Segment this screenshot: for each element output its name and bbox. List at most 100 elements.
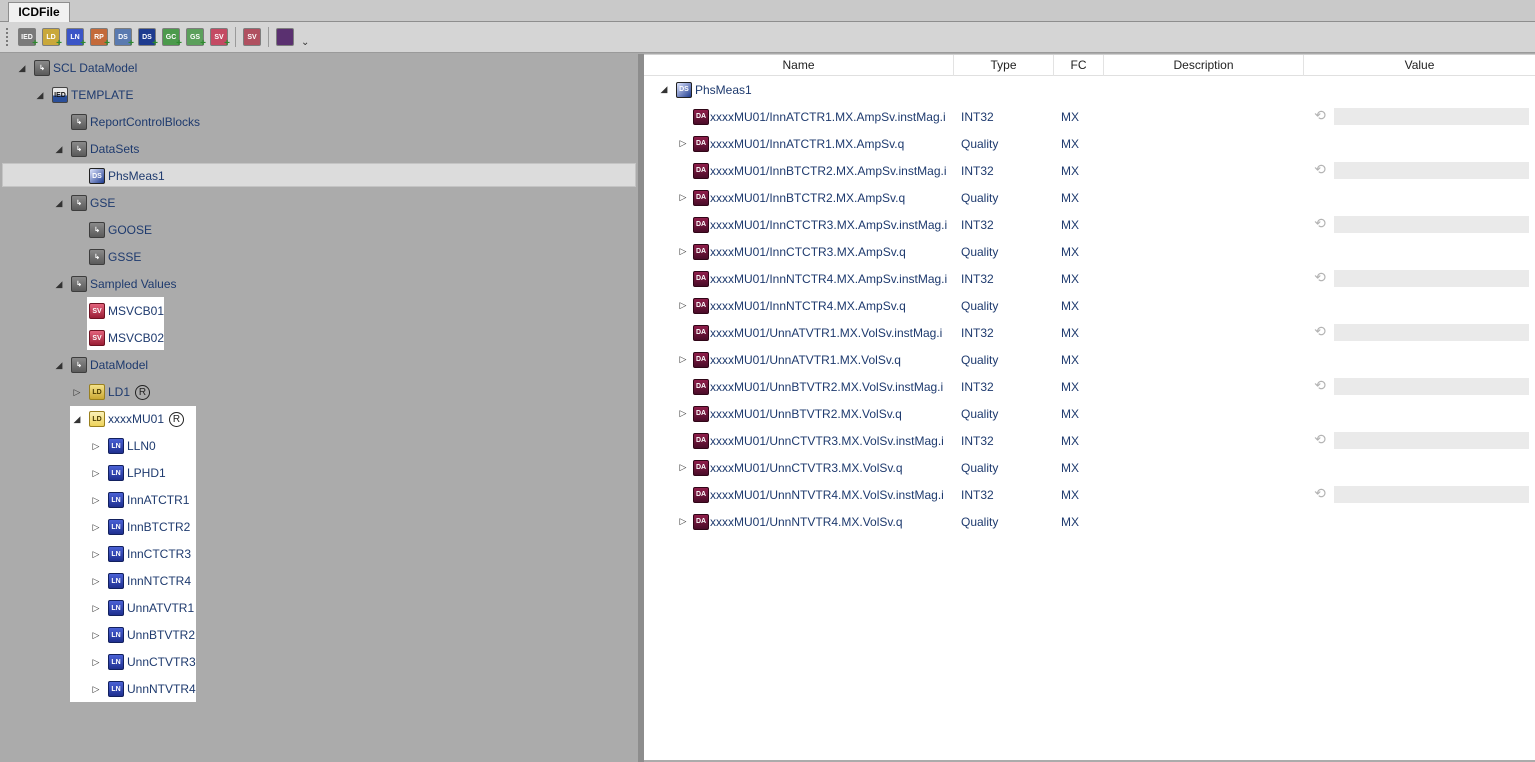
expanded-arrow-icon[interactable]: ◢ — [16, 63, 28, 74]
reset-value-icon[interactable]: ⟲ — [1312, 161, 1328, 177]
value-field[interactable] — [1334, 486, 1529, 503]
tree-node-ln[interactable]: ▷ LN InnNTCTR4 — [90, 570, 191, 592]
sv-goose-button[interactable]: SV — [243, 28, 261, 46]
tree-node-phsmeas1[interactable]: . DS PhsMeas1 — [71, 165, 165, 187]
expanded-arrow-icon[interactable]: ◢ — [53, 279, 65, 290]
tree-node-sampled-values[interactable]: ◢ ↳ Sampled Values — [53, 273, 177, 295]
table-row[interactable]: ▷ DA xxxxMU01/UnnBTVTR2.MX.VolSv.q Quality M… — [644, 400, 1535, 427]
value-field[interactable] — [1334, 162, 1529, 179]
table-row[interactable]: ▷ DA xxxxMU01/UnnNTVTR4.MX.VolSv.q Quality M… — [644, 508, 1535, 535]
table-row[interactable]: ▷ DA xxxxMU01/InnNTCTR4.MX.AmpSv.q Quality M… — [644, 292, 1535, 319]
table-row[interactable]: ▷ DA xxxxMU01/InnATCTR1.MX.AmpSv.q Quality M… — [644, 130, 1535, 157]
expanded-arrow-icon[interactable]: ◢ — [658, 84, 670, 95]
tree-node-msvcb02[interactable]: . SV MSVCB02 — [71, 327, 164, 349]
reset-value-icon[interactable]: ⟲ — [1312, 215, 1328, 231]
collapsed-arrow-icon[interactable]: ▷ — [90, 630, 102, 641]
table-row[interactable]: ▷DAxxxxMU01/InnNTCTR4.MX.AmpSv.instMag.i… — [644, 265, 1535, 292]
new-sv-button[interactable]: SV + — [210, 28, 230, 49]
value-field[interactable] — [1334, 216, 1529, 233]
tree-node-ld1[interactable]: ▷ LD LD1 R — [71, 381, 151, 403]
collapsed-arrow-icon[interactable]: ▷ — [677, 246, 689, 257]
toolbar-overflow-icon[interactable]: ⌄ — [301, 37, 309, 48]
column-header-value[interactable]: Value — [1304, 55, 1535, 76]
toolbar-grip[interactable] — [6, 28, 9, 46]
tree-node-msvcb01[interactable]: . SV MSVCB01 — [71, 300, 164, 322]
collapsed-arrow-icon[interactable]: ▷ — [90, 549, 102, 560]
table-row[interactable]: ▷DAxxxxMU01/InnATCTR1.MX.AmpSv.instMag.i… — [644, 103, 1535, 130]
collapsed-arrow-icon[interactable]: ▷ — [677, 516, 689, 527]
reset-value-icon[interactable]: ⟲ — [1312, 377, 1328, 393]
table-row[interactable]: ▷ DA xxxxMU01/UnnATVTR1.MX.VolSv.q Quality M… — [644, 346, 1535, 373]
new-ln-button[interactable]: LN + — [66, 28, 86, 49]
tree-node-gsse[interactable]: . ↳ GSSE — [71, 246, 141, 268]
tree-node-datamodel[interactable]: ◢ ↳ DataModel — [53, 354, 148, 376]
collapsed-arrow-icon[interactable]: ▷ — [90, 522, 102, 533]
tree-node-goose[interactable]: . ↳ GOOSE — [71, 219, 152, 241]
tree-node-ln[interactable]: ▷ LN UnnBTVTR2 — [90, 624, 195, 646]
collapsed-arrow-icon[interactable]: ▷ — [677, 354, 689, 365]
window-button[interactable] — [276, 28, 294, 46]
new-gs-button[interactable]: GS + — [186, 28, 206, 49]
new-gc-button[interactable]: GC + — [162, 28, 182, 49]
collapsed-arrow-icon[interactable]: ▷ — [677, 462, 689, 473]
new-ds2-button[interactable]: DS + — [138, 28, 158, 49]
tree-node-ln[interactable]: ▷ LN InnATCTR1 — [90, 489, 189, 511]
new-ld-button[interactable]: LD + — [42, 28, 62, 49]
expanded-arrow-icon[interactable]: ◢ — [34, 90, 46, 101]
collapsed-arrow-icon[interactable]: ▷ — [90, 684, 102, 695]
collapsed-arrow-icon[interactable]: ▷ — [677, 192, 689, 203]
collapsed-arrow-icon[interactable]: ▷ — [90, 657, 102, 668]
tree-node-ln[interactable]: ▷ LN UnnCTVTR3 — [90, 651, 196, 673]
expanded-arrow-icon[interactable]: ◢ — [53, 198, 65, 209]
table-row[interactable]: ▷DAxxxxMU01/UnnCTVTR3.MX.VolSv.instMag.i… — [644, 427, 1535, 454]
table-row[interactable]: ▷ DA xxxxMU01/InnCTCTR3.MX.AmpSv.q Quality M… — [644, 238, 1535, 265]
new-ied-button[interactable]: IED + — [18, 28, 38, 49]
collapsed-arrow-icon[interactable]: ▷ — [90, 603, 102, 614]
tree-node-ln[interactable]: ▷ LN InnCTCTR3 — [90, 543, 191, 565]
reset-value-icon[interactable]: ⟲ — [1312, 107, 1328, 123]
new-ds-button[interactable]: DS + — [114, 28, 134, 49]
column-header-name[interactable]: Name — [644, 55, 954, 76]
tab-icdfile[interactable]: ICDFile — [8, 2, 70, 22]
reset-value-icon[interactable]: ⟲ — [1312, 323, 1328, 339]
value-field[interactable] — [1334, 108, 1529, 125]
column-header-type[interactable]: Type — [954, 55, 1054, 76]
table-row[interactable]: ▷DAxxxxMU01/InnCTCTR3.MX.AmpSv.instMag.i… — [644, 211, 1535, 238]
reset-value-icon[interactable]: ⟲ — [1312, 485, 1328, 501]
collapsed-arrow-icon[interactable]: ▷ — [677, 138, 689, 149]
reset-value-icon[interactable]: ⟲ — [1312, 269, 1328, 285]
table-row[interactable]: ▷ DA xxxxMU01/UnnCTVTR3.MX.VolSv.q Quality M… — [644, 454, 1535, 481]
tree-node-ln[interactable]: ▷ LN LPHD1 — [90, 462, 166, 484]
tree-node-ln[interactable]: ▷ LN UnnNTVTR4 — [90, 678, 196, 700]
column-header-fc[interactable]: FC — [1054, 55, 1104, 76]
new-rp-button[interactable]: RP + — [90, 28, 110, 49]
dataset-group-row[interactable]: ◢ DS PhsMeas1 — [644, 76, 1535, 103]
value-field[interactable] — [1334, 324, 1529, 341]
collapsed-arrow-icon[interactable]: ▷ — [677, 408, 689, 419]
tree-node-ln[interactable]: ▷ LN UnnATVTR1 — [90, 597, 194, 619]
tree-node-ln[interactable]: ▷ LN LLN0 — [90, 435, 156, 457]
table-row[interactable]: ▷DAxxxxMU01/UnnNTVTR4.MX.VolSv.instMag.i… — [644, 481, 1535, 508]
expanded-arrow-icon[interactable]: ◢ — [71, 414, 83, 425]
collapsed-arrow-icon[interactable]: ▷ — [90, 441, 102, 452]
collapsed-arrow-icon[interactable]: ▷ — [677, 300, 689, 311]
table-row[interactable]: ▷DAxxxxMU01/UnnATVTR1.MX.VolSv.instMag.i… — [644, 319, 1535, 346]
value-field[interactable] — [1334, 270, 1529, 287]
tree-node-ln[interactable]: ▷ LN InnBTCTR2 — [90, 516, 190, 538]
table-row[interactable]: ▷ DA xxxxMU01/InnBTCTR2.MX.AmpSv.q Quality M… — [644, 184, 1535, 211]
collapsed-arrow-icon[interactable]: ▷ — [90, 468, 102, 479]
tree-node-xxxxmu01[interactable]: ◢ LD xxxxMU01 R — [71, 408, 185, 430]
collapsed-arrow-icon[interactable]: ▷ — [90, 495, 102, 506]
reset-value-icon[interactable]: ⟲ — [1312, 431, 1328, 447]
value-field[interactable] — [1334, 378, 1529, 395]
collapsed-arrow-icon[interactable]: ▷ — [71, 387, 83, 398]
tree-node-report-control-blocks[interactable]: . ↳ ReportControlBlocks — [53, 111, 200, 133]
table-row[interactable]: ▷DAxxxxMU01/InnBTCTR2.MX.AmpSv.instMag.i… — [644, 157, 1535, 184]
value-field[interactable] — [1334, 432, 1529, 449]
column-header-description[interactable]: Description — [1104, 55, 1304, 76]
tree-node-scl-datamodel[interactable]: ◢ ↳ SCL DataModel — [16, 57, 137, 79]
tree-node-template[interactable]: ◢ IED TEMPLATE — [34, 84, 133, 106]
collapsed-arrow-icon[interactable]: ▷ — [90, 576, 102, 587]
tree-node-datasets[interactable]: ◢ ↳ DataSets — [53, 138, 139, 160]
expanded-arrow-icon[interactable]: ◢ — [53, 360, 65, 371]
